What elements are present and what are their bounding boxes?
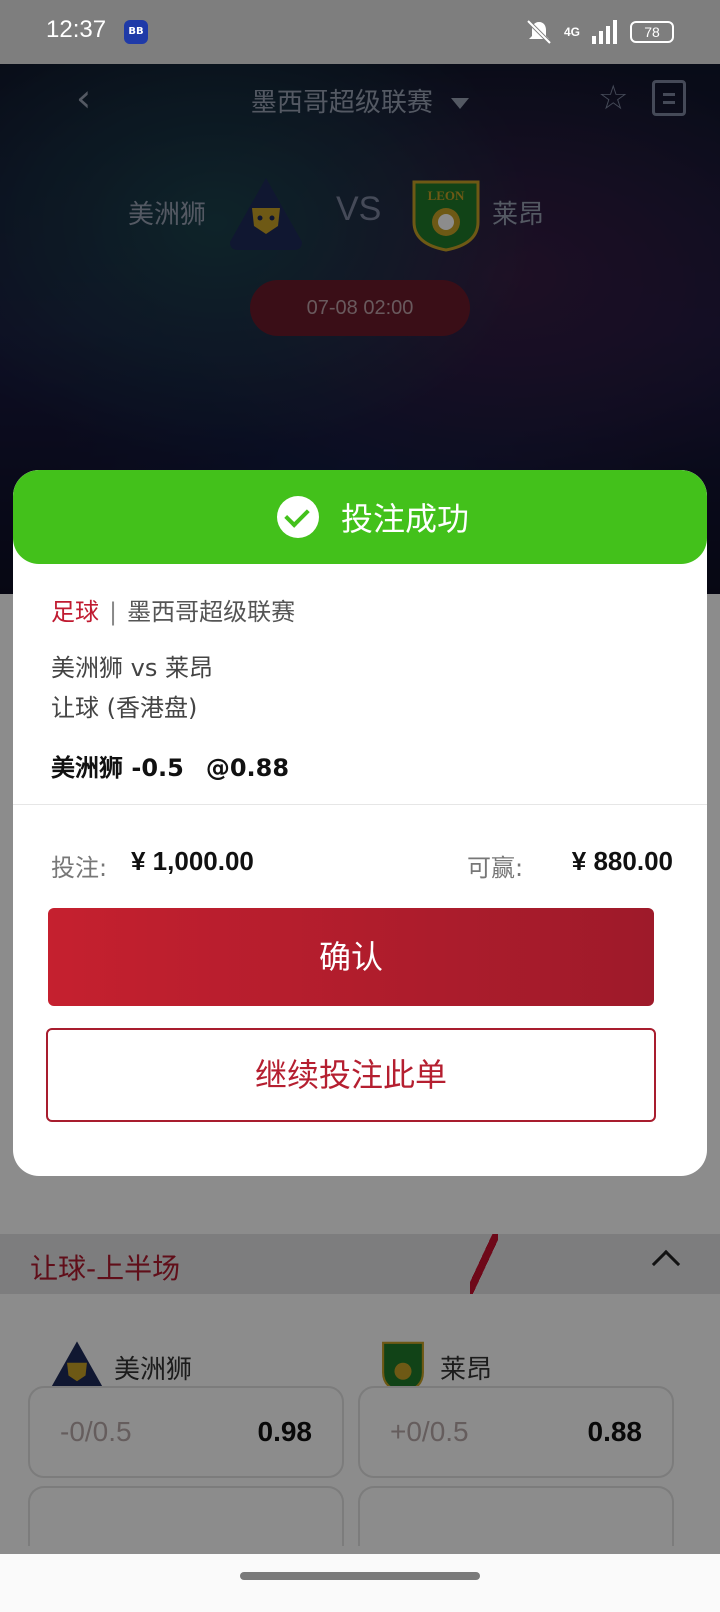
battery-icon: 78 <box>630 21 674 43</box>
bet-success-dialog: 投注成功 足球 | 墨西哥超级联赛 美洲狮 vs 莱昂 让球 (香港盘) 美洲狮 -… <box>13 470 707 1176</box>
stake-value: ¥ 1,000.00 <box>131 846 254 876</box>
dialog-header: 投注成功 <box>13 470 707 564</box>
separator: | <box>109 598 118 626</box>
app-notification-icon: BB <box>124 20 148 44</box>
confirm-button[interactable]: 确认 <box>48 908 654 1006</box>
dialog-title: 投注成功 <box>341 500 470 538</box>
win-label: 可赢: <box>467 854 524 882</box>
league-label: 墨西哥超级联赛 <box>127 598 296 626</box>
bet-match: 美洲狮 vs 莱昂 <box>51 654 213 682</box>
stake-label: 投注: <box>51 854 108 882</box>
signal-icon <box>592 20 617 44</box>
mute-icon <box>526 19 552 45</box>
navigation-bar <box>0 1554 720 1612</box>
status-bar: 12:37 BB 4G 78 <box>0 0 720 64</box>
network-label: 4G <box>563 25 580 39</box>
bet-sport-league: 足球 | 墨西哥超级联赛 <box>51 592 295 627</box>
divider <box>13 804 707 805</box>
bet-selection: 美洲狮 -0.5 @0.88 <box>51 748 289 783</box>
bet-market: 让球 (香港盘) <box>51 694 198 722</box>
selection-odds: @0.88 <box>205 754 290 782</box>
check-circle-icon <box>277 496 319 538</box>
win-value: ¥ 880.00 <box>571 846 673 876</box>
status-time: 12:37 <box>46 16 107 43</box>
status-icons: 4G 78 <box>524 18 674 46</box>
sport-label: 足球 <box>51 598 99 626</box>
continue-betting-button[interactable]: 继续投注此单 <box>46 1028 656 1122</box>
selection-label: 美洲狮 -0.5 <box>51 754 184 782</box>
home-indicator[interactable] <box>240 1572 480 1580</box>
